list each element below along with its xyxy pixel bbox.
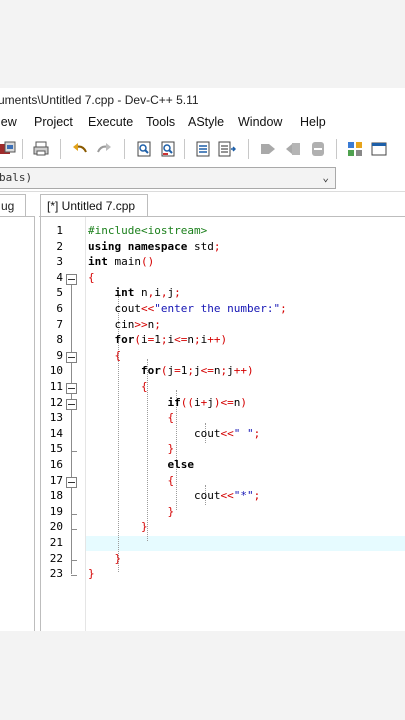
menu-view[interactable]: iew	[0, 115, 17, 129]
line-number: 15	[49, 442, 63, 456]
line-number: 4	[56, 270, 63, 284]
debug-gray-icon[interactable]	[308, 139, 328, 159]
code-line: {	[167, 411, 175, 425]
indent-icon[interactable]	[217, 139, 237, 159]
code-line: cin>>n;	[88, 317, 161, 331]
compile-gray-icon[interactable]	[258, 139, 278, 159]
line-number: 11	[49, 380, 63, 393]
run-gray-icon[interactable]	[283, 139, 303, 159]
find-icon[interactable]	[134, 139, 154, 159]
replace-icon[interactable]	[158, 139, 178, 159]
code-line: }	[114, 551, 122, 565]
line-number: 20	[49, 520, 63, 534]
line-number: 13	[49, 411, 63, 425]
code-line: for(j=1;j<=n;j++)	[140, 364, 254, 378]
left-panel	[0, 216, 35, 631]
code-line: cout<<" ";	[88, 426, 261, 440]
code-line: }	[88, 567, 95, 581]
line-number: 21	[49, 536, 63, 549]
menu-window[interactable]: Window	[238, 115, 282, 129]
code-line: {	[88, 270, 95, 284]
toolbar-separator	[124, 139, 125, 159]
code-line: {	[140, 380, 148, 393]
code-line: for(i=1;i<=n;i++)	[114, 333, 228, 347]
code-line: else	[167, 458, 194, 471]
toolbar	[0, 134, 405, 164]
menu-help[interactable]: Help	[300, 115, 326, 129]
line-number: 12	[49, 395, 63, 409]
menu-project[interactable]: Project	[34, 115, 73, 129]
code-editor[interactable]: 1 2 3 4 5 6 7 8 9 10 11 12 13 14 15 16 1…	[40, 217, 405, 631]
toolbar-separator	[336, 139, 337, 159]
line-number: 10	[49, 364, 63, 378]
line-number: 1	[56, 224, 63, 237]
fold-end-marker	[71, 514, 77, 515]
line-number: 7	[56, 317, 63, 331]
line-number: 8	[56, 333, 63, 347]
code-line: if((i+j)<=n)	[167, 395, 247, 409]
line-number: 16	[49, 458, 63, 471]
fold-toggle-icon[interactable]	[66, 352, 77, 363]
line-number: 3	[56, 255, 63, 269]
compile-project-icon[interactable]	[0, 139, 18, 159]
window-icon[interactable]	[369, 139, 389, 159]
menu-astyle[interactable]: AStyle	[188, 115, 224, 129]
line-number: 19	[49, 504, 63, 518]
line-number: 17	[49, 473, 63, 487]
chevron-down-icon[interactable]: ⌄	[322, 168, 329, 188]
code-line: }	[167, 504, 175, 518]
scope-combobox-value: bals)	[0, 171, 33, 184]
code-line: }	[167, 442, 175, 456]
line-number: 9	[56, 348, 63, 362]
line-number: 18	[49, 489, 63, 503]
code-line: }	[140, 520, 148, 534]
fold-toggle-icon[interactable]	[66, 399, 77, 410]
goto-line-icon[interactable]	[193, 139, 213, 159]
editor-tab-label: [*] Untitled 7.cpp	[47, 199, 136, 213]
debug-tab-label: ug	[1, 199, 15, 213]
toolbar-separator	[184, 139, 185, 159]
print-icon[interactable]	[31, 139, 51, 159]
code-line: using namespace std;	[88, 239, 221, 253]
window-title: uments\Untitled 7.cpp - Dev-C++ 5.11	[0, 93, 199, 107]
code-line: int main()	[88, 255, 155, 269]
fold-toggle-icon[interactable]	[66, 274, 77, 285]
code-line: int n,i,j;	[114, 286, 181, 300]
debug-tab[interactable]: ug	[0, 194, 26, 217]
code-line: {	[167, 473, 175, 487]
menu-bar: iew Project Execute Tools AStyle Window …	[0, 112, 405, 134]
line-number: 6	[56, 302, 63, 315]
menu-execute[interactable]: Execute	[88, 115, 133, 129]
menu-tools[interactable]: Tools	[146, 115, 175, 129]
code-line: cout<<"enter the number:";	[88, 302, 287, 315]
title-bar: uments\Untitled 7.cpp - Dev-C++ 5.11	[0, 88, 405, 112]
fold-end-marker	[71, 560, 77, 561]
devcpp-window: uments\Untitled 7.cpp - Dev-C++ 5.11 iew…	[0, 88, 405, 631]
fold-end-marker	[71, 451, 77, 452]
editor-tab-untitled-7[interactable]: [*] Untitled 7.cpp	[40, 194, 148, 218]
code-line: {	[114, 348, 122, 362]
divider	[0, 191, 405, 192]
current-line-highlight	[86, 536, 405, 551]
fold-end-marker	[71, 575, 77, 576]
line-number-gutter: 1 2 3 4 5 6 7 8 9 10 11 12 13 14 15 16 1…	[41, 217, 86, 631]
line-number: 14	[49, 426, 63, 440]
fold-end-marker	[71, 529, 77, 530]
redo-icon[interactable]	[94, 139, 114, 159]
line-number: 23	[49, 567, 63, 581]
toolbar-separator	[22, 139, 23, 159]
line-number: 5	[56, 286, 63, 300]
toolbar-separator	[248, 139, 249, 159]
scope-combobox[interactable]: bals) ⌄	[0, 167, 336, 189]
line-number: 22	[49, 551, 63, 565]
line-number: 2	[56, 239, 63, 253]
toolbar-separator	[60, 139, 61, 159]
fold-toggle-icon[interactable]	[66, 477, 77, 488]
fold-toggle-icon[interactable]	[66, 383, 77, 394]
code-line: cout<<"*";	[88, 489, 261, 503]
undo-icon[interactable]	[70, 139, 90, 159]
fold-line	[71, 285, 72, 574]
code-line: #include<iostream>	[88, 224, 208, 237]
layout-icon[interactable]	[345, 139, 365, 159]
